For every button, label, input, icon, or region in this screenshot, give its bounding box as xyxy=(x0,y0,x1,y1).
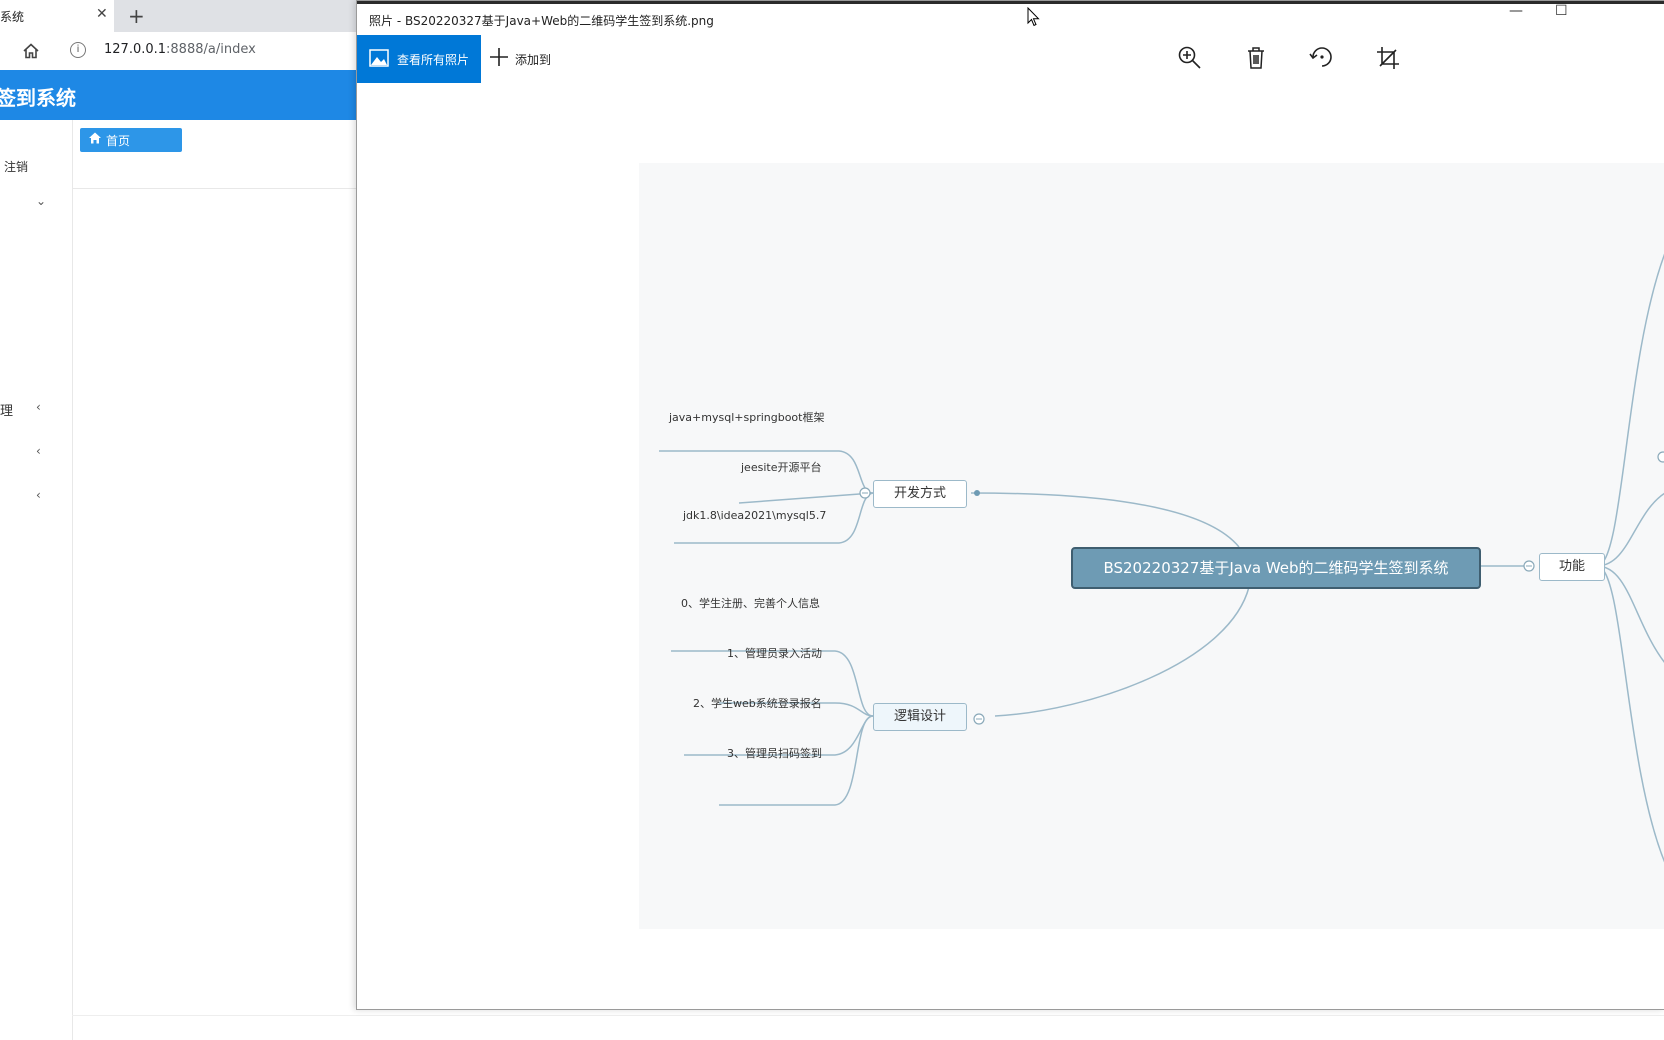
mindmap-root-node: BS20220327基于Java Web的二维码学生签到系统 xyxy=(1071,547,1481,589)
home-icon xyxy=(88,131,102,148)
mindmap-branch-node: 开发方式 xyxy=(873,480,967,508)
tab-home[interactable]: 首页 xyxy=(80,128,182,152)
mindmap-leaf: 2、学生web系统登录报名 xyxy=(693,697,822,710)
new-tab-button[interactable]: + xyxy=(128,4,145,28)
window-title: 照片 - BS20220327基于Java+Web的二维码学生签到系统.png xyxy=(369,14,714,28)
photo-canvas: BS20220327基于Java Web的二维码学生签到系统 开发方式 逻辑设计… xyxy=(639,163,1664,929)
crop-icon[interactable] xyxy=(1375,45,1403,73)
mindmap-branch-node: 逻辑设计 xyxy=(873,703,967,731)
url-path: :8888/a/index xyxy=(166,42,256,57)
mouse-cursor-icon xyxy=(1027,6,1041,31)
image-icon xyxy=(369,49,389,71)
divider xyxy=(72,1015,1664,1016)
plus-icon xyxy=(489,45,509,73)
mindmap-leaf: 0、学生注册、完善个人信息 xyxy=(681,597,820,610)
home-icon[interactable] xyxy=(22,42,40,64)
chevron-left-icon[interactable]: ‹ xyxy=(36,444,41,458)
minimize-button[interactable]: — xyxy=(1509,3,1523,19)
tab-home-label: 首页 xyxy=(106,134,131,148)
view-all-photos-button[interactable]: 查看所有照片 xyxy=(357,35,481,83)
mindmap-leaf: 1、管理员录入活动 xyxy=(727,647,822,660)
logout-link[interactable]: 注销 xyxy=(4,158,28,175)
chevron-left-icon[interactable]: ‹ xyxy=(36,400,41,414)
zoom-in-icon[interactable] xyxy=(1177,45,1205,73)
sidebar: 注销 ⌄ 理 ‹ ‹ ‹ xyxy=(0,120,73,1040)
url-field[interactable]: 127.0.0.1:8888/a/index xyxy=(104,42,256,57)
rotate-icon[interactable] xyxy=(1309,45,1337,73)
info-icon[interactable]: i xyxy=(70,42,86,58)
maximize-button[interactable]: ☐ xyxy=(1555,3,1568,19)
mindmap-leaf: 3、管理员扫码签到 xyxy=(727,747,822,760)
sidebar-item-label[interactable]: 理 xyxy=(0,400,13,419)
mindmap-leaf: jdk1.8\idea2021\mysql5.7 xyxy=(683,509,827,522)
mindmap-branch-node: 功能 xyxy=(1539,553,1605,581)
close-icon[interactable]: ✕ xyxy=(96,6,108,22)
url-host: 127.0.0.1 xyxy=(104,42,167,57)
window-border xyxy=(357,1,1664,4)
delete-icon[interactable] xyxy=(1243,45,1271,73)
mindmap-connectors xyxy=(659,253,1664,863)
view-all-photos-label: 查看所有照片 xyxy=(397,53,470,67)
chevron-left-icon[interactable]: ‹ xyxy=(36,488,41,502)
add-to-button[interactable]: 添加到 xyxy=(489,35,569,83)
photos-window: 照片 - BS20220327基于Java+Web的二维码学生签到系统.png … xyxy=(356,0,1664,1010)
add-to-label: 添加到 xyxy=(515,53,552,67)
mindmap-leaf: jeesite开源平台 xyxy=(741,461,822,474)
divider xyxy=(72,188,364,189)
browser-tab-title: 系统 xyxy=(0,10,25,24)
chevron-down-icon[interactable]: ⌄ xyxy=(36,194,46,208)
browser-tab[interactable]: 系统 ✕ xyxy=(0,0,114,32)
app-title: 签到系统 xyxy=(0,86,76,110)
mindmap-leaf: java+mysql+springboot框架 xyxy=(669,411,825,424)
